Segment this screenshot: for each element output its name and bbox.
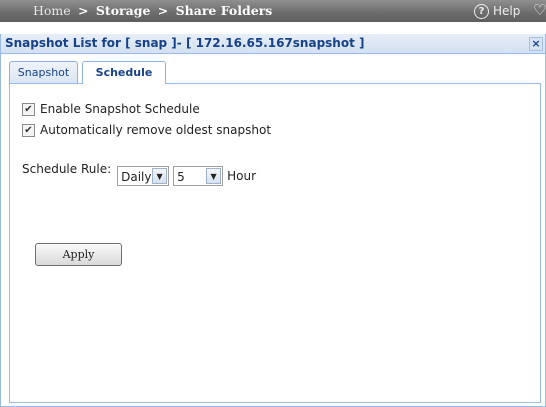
help-circle-icon: ? [474,3,489,19]
schedule-rule-label: Schedule Rule: [22,162,112,176]
hour-value: 5 [177,170,185,184]
tab-snapshot[interactable]: Snapshot [9,61,78,83]
breadcrumb-home-link[interactable]: Home [33,3,71,18]
dialog-title-bar: Snapshot List for [ snap ]- [ 172.16.65.… [1,34,545,54]
top-nav-bar: Home > Storage > Share Folders ? Help ♡ [0,0,546,22]
breadcrumb: Home > Storage > Share Folders [33,3,272,18]
hour-unit-label: Hour [227,169,257,183]
schedule-rule-row: Schedule Rule: Daily ▼ 5 ▼ Hour [22,160,256,186]
chevron-down-icon: ▼ [206,168,222,184]
enable-schedule-row: ✔ Enable Snapshot Schedule [22,102,200,116]
breadcrumb-separator: > [78,3,89,18]
help-label: Help [493,4,521,18]
chevron-down-icon: ▼ [152,168,168,184]
enable-schedule-label: Enable Snapshot Schedule [40,102,200,116]
breadcrumb-separator: > [157,3,169,18]
schedule-panel: ✔ Enable Snapshot Schedule ✔ Automatical… [9,84,541,403]
remove-oldest-label: Automatically remove oldest snapshot [40,123,272,137]
frequency-value: Daily [121,170,152,184]
tab-schedule[interactable]: Schedule [82,61,166,84]
enable-schedule-checkbox[interactable]: ✔ [22,102,35,116]
close-icon[interactable]: × [529,37,543,51]
hour-select[interactable]: 5 ▼ [173,166,224,186]
remove-oldest-checkbox[interactable]: ✔ [22,123,35,137]
favorite-icon[interactable]: ♡ [533,1,546,19]
help-link[interactable]: ? Help [474,2,520,20]
tab-strip: Snapshot Schedule [9,59,541,84]
breadcrumb-current: Share Folders [175,3,273,18]
frequency-select[interactable]: Daily ▼ [117,166,170,186]
remove-oldest-row: ✔ Automatically remove oldest snapshot [22,123,271,137]
snapshot-dialog: Snapshot List for [ snap ]- [ 172.16.65.… [0,34,546,407]
apply-button[interactable]: Apply [35,243,122,266]
breadcrumb-storage[interactable]: Storage [96,3,151,18]
dialog-title: Snapshot List for [ snap ]- [ 172.16.65.… [5,36,365,50]
